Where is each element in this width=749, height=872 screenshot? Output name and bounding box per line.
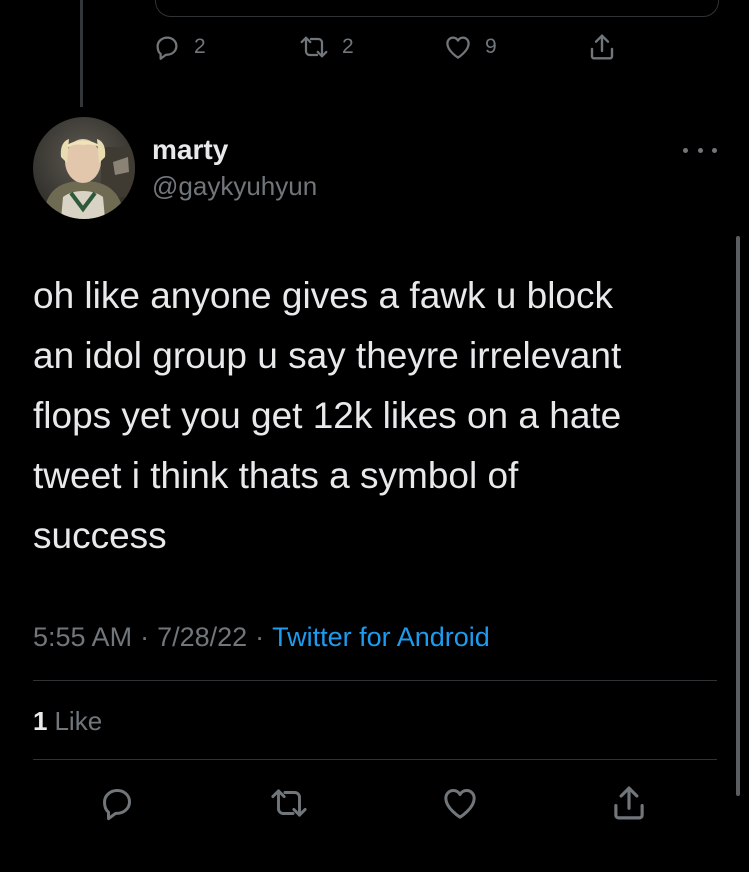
like-label: Like: [54, 706, 103, 736]
more-dot: [697, 147, 703, 153]
meta-separator: ·: [140, 622, 150, 652]
tweet-metadata: 5:55 AM · 7/28/22 · Twitter for Android: [33, 618, 490, 656]
display-name[interactable]: marty: [152, 133, 228, 167]
tweet-source-link[interactable]: Twitter for Android: [272, 618, 490, 656]
divider: [33, 759, 717, 760]
parent-retweet-button[interactable]: 2: [298, 30, 354, 64]
avatar-photo: [33, 117, 135, 219]
share-button[interactable]: [604, 780, 654, 830]
heart-icon: [443, 32, 473, 62]
reply-icon: [152, 32, 182, 62]
more-icon[interactable]: [683, 143, 717, 157]
quoted-card-edge: [155, 0, 719, 17]
like-stats[interactable]: 1 Like: [33, 703, 102, 739]
heart-icon: [440, 783, 480, 828]
user-handle[interactable]: @gaykyuhyun: [152, 170, 317, 202]
like-count: 1: [33, 706, 48, 736]
retweet-icon: [298, 32, 330, 62]
more-dot: [712, 147, 717, 153]
tweet-date: 7/28/22: [157, 622, 248, 652]
avatar[interactable]: [33, 117, 135, 219]
parent-like-button[interactable]: 9: [443, 30, 497, 64]
share-icon: [586, 31, 618, 63]
reply-button[interactable]: [92, 780, 142, 830]
divider: [33, 680, 717, 681]
scrollbar[interactable]: [736, 236, 740, 796]
more-dot: [683, 147, 688, 153]
parent-reply-count: 2: [194, 35, 206, 58]
parent-reply-button[interactable]: 2: [152, 30, 206, 64]
like-button[interactable]: [435, 780, 485, 830]
tweet-text: oh like anyone gives a fawk u block an i…: [33, 275, 622, 556]
thread-connector-line: [80, 0, 83, 107]
parent-retweet-count: 2: [342, 35, 354, 58]
retweet-icon: [268, 783, 310, 828]
retweet-button[interactable]: [264, 780, 314, 830]
parent-share-button[interactable]: [586, 30, 618, 64]
parent-like-count: 9: [485, 35, 497, 58]
tweet-time: 5:55 AM: [33, 622, 133, 652]
reply-icon: [97, 783, 137, 828]
share-icon: [608, 782, 650, 829]
meta-separator: ·: [255, 622, 265, 652]
